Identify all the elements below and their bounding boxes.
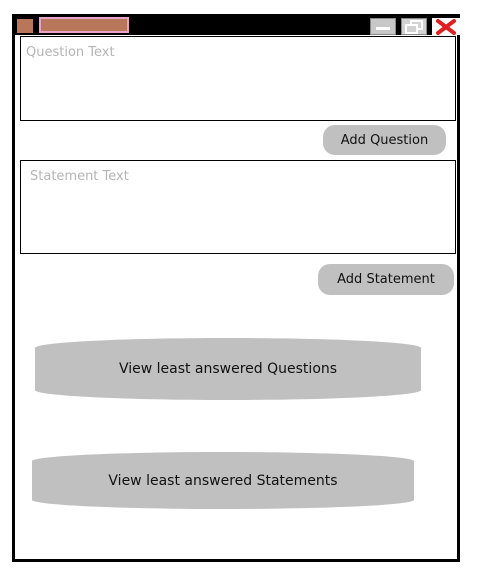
statement-text-field[interactable] (20, 160, 456, 254)
app-icon[interactable] (17, 19, 33, 33)
view-questions-label: View least answered Questions (118, 361, 338, 377)
question-input[interactable] (21, 37, 455, 120)
add-question-button[interactable]: Add Question (323, 125, 446, 155)
add-statement-label: Add Statement (337, 272, 435, 287)
minimize-icon (376, 26, 390, 30)
statement-input[interactable] (21, 161, 455, 253)
title-bar[interactable] (15, 17, 460, 35)
window-title (39, 17, 129, 33)
add-statement-button[interactable]: Add Statement (318, 264, 454, 295)
restore-icon (405, 19, 423, 34)
add-question-label: Add Question (340, 132, 429, 148)
close-icon (436, 18, 456, 35)
restore-button[interactable] (401, 18, 427, 35)
view-least-answered-statements-button[interactable]: View least answered Statements (32, 452, 414, 509)
app-window: Add Question Add Statement View least an… (12, 14, 460, 562)
view-least-answered-questions-button[interactable]: View least answered Questions (35, 338, 421, 400)
minimize-button[interactable] (370, 18, 396, 35)
question-text-field[interactable] (20, 36, 456, 121)
close-button[interactable] (432, 18, 460, 35)
view-statements-label: View least answered Statements (108, 472, 338, 489)
